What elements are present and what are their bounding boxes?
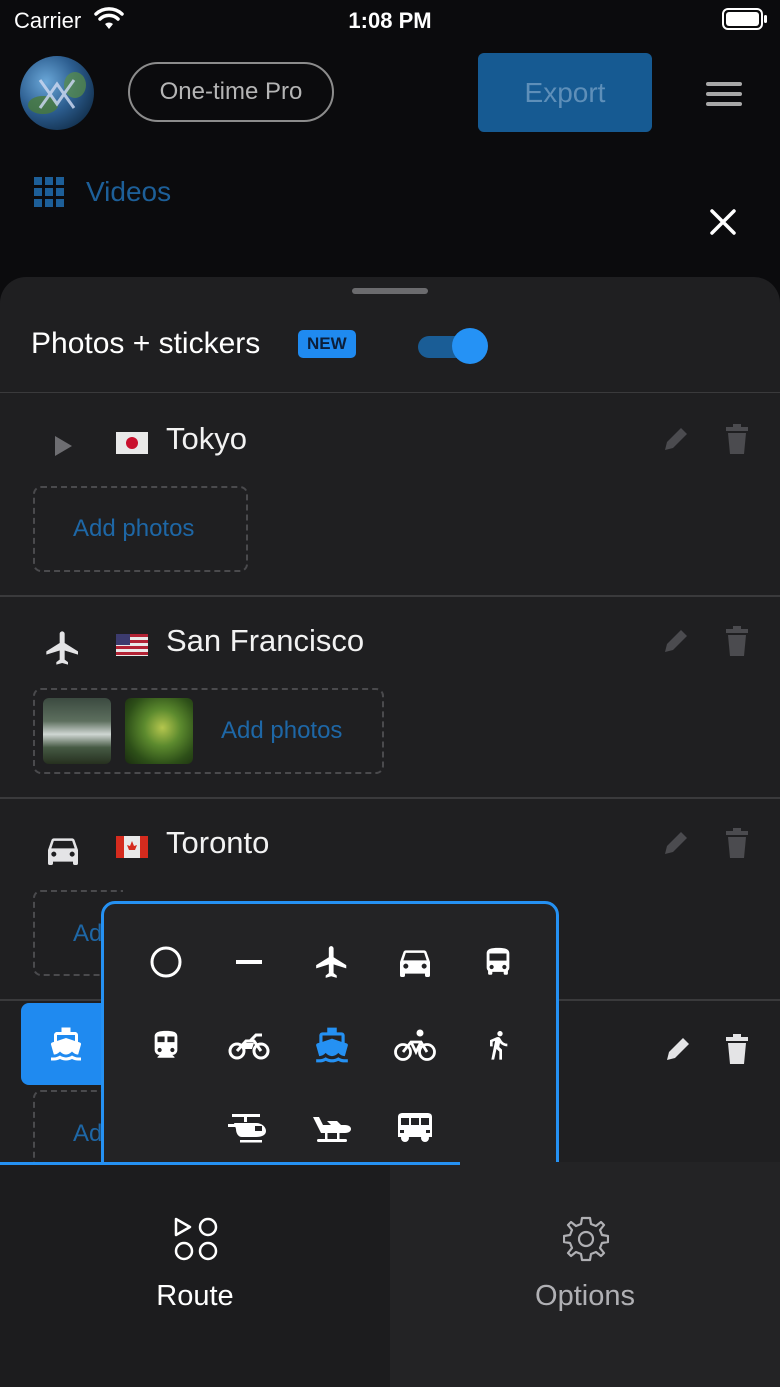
photo-thumbnail-waterfall[interactable]: [43, 698, 111, 764]
close-icon[interactable]: [704, 203, 742, 241]
sheet-drag-handle[interactable]: [352, 288, 428, 294]
videos-label: Videos: [86, 176, 172, 207]
seaplane-icon: [313, 1117, 351, 1142]
mode-option-helicopter[interactable]: [224, 1103, 274, 1153]
train-icon: [154, 1030, 178, 1058]
logo-mark-icon: [38, 79, 76, 109]
photo-thumbnail-plant[interactable]: [125, 698, 193, 764]
city-name: Tokyo: [166, 421, 247, 456]
trash-icon[interactable]: [724, 625, 750, 657]
photos-box: Add photos: [33, 688, 384, 774]
add-photos-label: Ad: [73, 1120, 103, 1147]
ferry-icon: [50, 1027, 82, 1061]
stop-row-san-francisco: San Francisco Add photos: [0, 597, 780, 799]
new-badge: NEW: [298, 330, 356, 358]
sheet-header: Photos + stickers NEW: [0, 305, 780, 393]
mode-option-seaplane[interactable]: [307, 1103, 357, 1153]
van-icon: [398, 1113, 432, 1142]
mode-option-circle[interactable]: [141, 937, 191, 987]
mode-option-train[interactable]: [141, 1020, 191, 1070]
line-icon: [236, 960, 262, 964]
car-icon: [400, 950, 430, 977]
stop-row-tokyo: Tokyo Add photos: [0, 395, 780, 597]
add-photos-label: Ad: [73, 920, 103, 947]
one-time-pro-button[interactable]: One-time Pro: [128, 62, 334, 122]
canada-flag-icon: [116, 836, 148, 858]
usa-flag-icon: [116, 634, 148, 656]
tab-options-label: Options: [535, 1280, 635, 1312]
mode-option-line[interactable]: [224, 937, 274, 987]
hamburger-menu-icon[interactable]: [706, 82, 742, 108]
bicycle-icon: [394, 1029, 436, 1061]
videos-link[interactable]: Videos: [34, 172, 171, 212]
running-icon: [490, 1031, 508, 1060]
export-button[interactable]: Export: [478, 53, 652, 132]
selected-ferry-mode-button[interactable]: [21, 1003, 111, 1085]
edit-pencil-icon[interactable]: [660, 827, 692, 859]
grid-icon: [34, 177, 64, 207]
car-icon[interactable]: [40, 827, 86, 873]
add-photos-box[interactable]: Add photos: [33, 486, 248, 572]
ferry-icon: [316, 1027, 348, 1063]
clock: 1:08 PM: [348, 8, 432, 33]
mode-option-bus[interactable]: [473, 937, 523, 987]
trash-icon[interactable]: [724, 1033, 750, 1065]
mode-option-motorcycle[interactable]: [224, 1020, 274, 1070]
bottom-tab-bar: Route Options: [0, 1162, 780, 1387]
play-icon[interactable]: [40, 423, 86, 469]
gear-icon: [563, 1216, 609, 1262]
mode-option-ferry[interactable]: [307, 1020, 357, 1070]
city-name: San Francisco: [166, 623, 365, 658]
edit-pencil-icon[interactable]: [660, 625, 692, 657]
mode-option-car[interactable]: [390, 937, 440, 987]
mode-option-bicycle[interactable]: [390, 1020, 440, 1070]
airplane-icon[interactable]: [40, 625, 86, 671]
trash-icon[interactable]: [724, 827, 750, 859]
japan-flag-icon: [116, 432, 148, 454]
add-photos-label[interactable]: Add photos: [207, 717, 356, 745]
battery-icon: [722, 8, 767, 30]
transport-mode-picker: [101, 901, 559, 1186]
status-bar: Carrier 1:08 PM: [0, 0, 780, 40]
app-logo[interactable]: [20, 56, 94, 130]
mode-option-van[interactable]: [390, 1103, 440, 1153]
helicopter-icon: [228, 1114, 266, 1143]
tab-route[interactable]: Route: [0, 1162, 390, 1387]
circle-icon: [150, 946, 182, 978]
mode-option-running[interactable]: [473, 1020, 523, 1070]
route-icon: [174, 1217, 218, 1261]
motorcycle-icon: [228, 1033, 270, 1060]
route-line-indicator: [0, 1162, 460, 1165]
trash-icon[interactable]: [724, 423, 750, 455]
add-photos-label: Add photos: [73, 515, 195, 542]
photos-stickers-toggle[interactable]: [418, 327, 488, 365]
airplane-icon: [316, 946, 347, 978]
tab-route-label: Route: [156, 1280, 234, 1312]
edit-pencil-icon[interactable]: [660, 423, 692, 455]
bus-icon: [486, 947, 510, 975]
edit-pencil-icon[interactable]: [662, 1033, 694, 1065]
sheet-title: Photos + stickers: [31, 327, 261, 360]
mode-option-airplane[interactable]: [307, 937, 357, 987]
tab-options[interactable]: Options: [390, 1162, 780, 1387]
city-name: Toronto: [166, 825, 270, 860]
